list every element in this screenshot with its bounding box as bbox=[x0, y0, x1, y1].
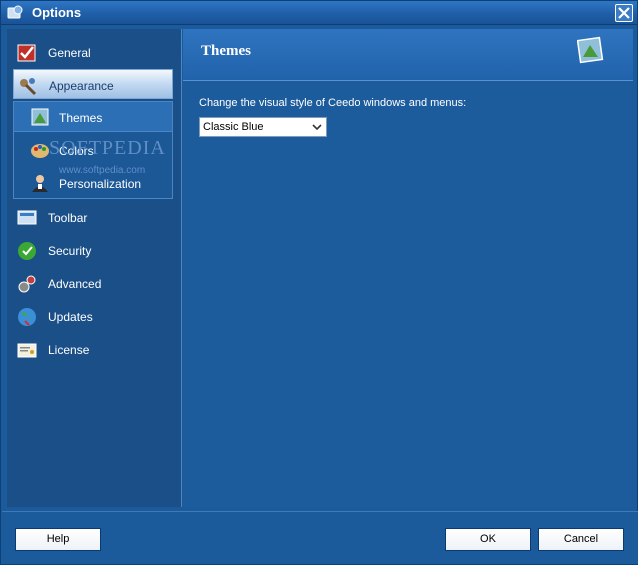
sidebar-item-label: Updates bbox=[48, 310, 93, 324]
sidebar-subitem-label: Personalization bbox=[59, 177, 142, 191]
cancel-button[interactable]: Cancel bbox=[538, 528, 624, 551]
help-button[interactable]: Help bbox=[15, 528, 101, 551]
ok-button[interactable]: OK bbox=[445, 528, 531, 551]
sidebar-subitem-colors[interactable]: Colors bbox=[14, 135, 164, 165]
chevron-down-icon[interactable] bbox=[309, 119, 325, 135]
themes-panel: Themes Change the visual style of Ceedo … bbox=[183, 29, 633, 507]
license-certificate-icon bbox=[17, 340, 37, 360]
sidebar-item-security[interactable]: Security bbox=[13, 235, 173, 265]
options-window: Options General Appearance Themes Colors… bbox=[0, 0, 638, 565]
dialog-footer: Help OK Cancel bbox=[2, 511, 638, 564]
sidebar-subitem-label: Colors bbox=[59, 144, 94, 158]
options-sidebar: General Appearance Themes Colors Persona… bbox=[7, 29, 182, 507]
sidebar-subitem-label: Themes bbox=[59, 111, 103, 125]
sidebar-item-appearance[interactable]: Appearance bbox=[13, 69, 173, 99]
themes-header-icon bbox=[576, 35, 605, 65]
theme-select-value: Classic Blue bbox=[203, 121, 264, 133]
panel-header: Themes bbox=[183, 29, 633, 81]
sidebar-subitem-themes[interactable]: Themes bbox=[14, 102, 172, 132]
close-button[interactable] bbox=[615, 4, 633, 22]
colors-palette-icon bbox=[30, 140, 50, 160]
personalization-user-icon bbox=[30, 173, 50, 193]
appearance-brush-icon bbox=[18, 76, 38, 96]
themes-icon bbox=[30, 107, 50, 127]
sidebar-item-label: Appearance bbox=[49, 79, 114, 93]
window-title: Options bbox=[32, 5, 82, 20]
sidebar-item-label: General bbox=[48, 46, 91, 60]
sidebar-item-general[interactable]: General bbox=[13, 37, 173, 67]
sidebar-subitem-personalization[interactable]: Personalization bbox=[14, 168, 164, 198]
sidebar-item-label: License bbox=[48, 343, 90, 357]
toolbar-icon bbox=[17, 208, 37, 228]
sidebar-item-label: Security bbox=[48, 244, 92, 258]
sidebar-item-advanced[interactable]: Advanced bbox=[13, 268, 173, 298]
sidebar-item-label: Advanced bbox=[48, 277, 102, 291]
panel-title: Themes bbox=[201, 43, 251, 59]
sidebar-item-toolbar[interactable]: Toolbar bbox=[13, 202, 173, 232]
theme-prompt-label: Change the visual style of Ceedo windows… bbox=[199, 97, 467, 109]
sidebar-item-label: Toolbar bbox=[48, 211, 88, 225]
sidebar-item-updates[interactable]: Updates bbox=[13, 301, 173, 331]
title-bar[interactable]: Options bbox=[1, 1, 637, 25]
sidebar-item-license[interactable]: License bbox=[13, 334, 173, 364]
ceedo-options-icon bbox=[7, 5, 23, 21]
security-shield-icon bbox=[17, 241, 37, 261]
close-icon bbox=[618, 7, 630, 19]
updates-globe-icon bbox=[17, 307, 37, 327]
theme-select[interactable]: Classic Blue bbox=[199, 117, 327, 137]
appearance-subpanel: Themes Colors Personalization bbox=[13, 101, 173, 199]
general-check-icon bbox=[17, 43, 37, 63]
advanced-gears-icon bbox=[17, 274, 37, 294]
